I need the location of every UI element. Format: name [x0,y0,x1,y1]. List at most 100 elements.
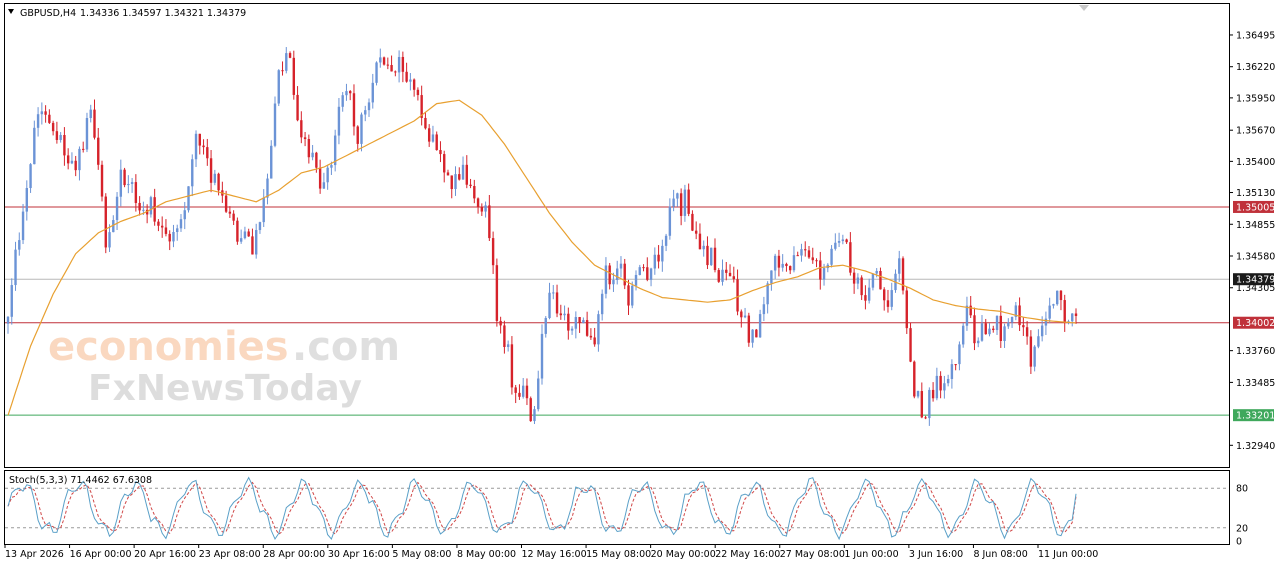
candle-bull [683,189,687,216]
x-tick-label: 15 May 08:00 [586,549,651,560]
candle-bull [702,245,705,250]
x-tick-label: 1 Jun 00:00 [844,549,898,560]
candle-bear [984,323,987,335]
candle-bull [773,255,777,271]
candle-bull [36,114,40,128]
candle-bull [988,328,991,335]
y-tick-label: 1.36220 [1236,62,1275,73]
stoch-tick-label: 20 [1236,523,1248,534]
candle-bull [762,304,766,315]
candle-bear [679,193,683,216]
ohlc-label: 1.34336 1.34597 1.34321 1.34379 [80,8,246,19]
candle-bull [262,197,265,223]
candle-bear [303,137,307,140]
candle-bull [890,290,893,307]
candle-bear [164,227,168,234]
candle-bear [66,155,70,164]
candle-bear [525,385,529,399]
candle-bull [792,255,796,271]
candle-bull [898,258,901,274]
candle-bear [251,236,254,255]
candle-bear [51,122,55,132]
stoch-panel-frame [4,470,1230,545]
candle-bull [1071,313,1074,322]
candle-bear [559,313,563,316]
candle-bull [266,178,269,198]
candle-bear [514,387,517,393]
candle-bear [443,154,446,173]
watermark-logo: economies .com FxNewsToday [48,324,400,409]
x-tick-label: 3 Jun 16:00 [909,549,963,560]
price-axis: 1.36495 1.36220 1.35950 1.35670 1.35400 1.351… [1229,30,1275,452]
candle-bull [149,197,153,215]
y-tick-label: 1.35130 [1236,188,1275,199]
candle-bear [465,164,468,185]
candle-bear [920,391,924,418]
candle-bull [570,328,574,331]
candle-bull [1055,290,1059,305]
candle-bull [766,283,769,305]
candle-bull [1052,304,1055,306]
candle-bear [206,147,209,159]
candle-bear [518,392,521,397]
candle-bull [770,270,773,284]
candle-bull [409,79,412,82]
candle-bull [277,70,280,104]
candle-bull [672,198,675,207]
chart-svg: economies .com FxNewsToday 1.36495 1.3622… [4,3,1275,560]
candle-bull [311,152,314,158]
candle-bull [875,270,878,274]
candle-bear [589,335,593,338]
candle-bull [965,305,969,326]
candle-bear [123,169,126,186]
y-tick-label: 1.34580 [1236,252,1275,263]
candle-bull [916,391,920,397]
level-price-label: 1.34002 [1236,318,1275,329]
candle-bear [860,277,863,296]
candle-bull [14,249,17,286]
candle-bear [694,230,698,234]
candle-bear [97,137,100,165]
candle-bull [676,193,679,199]
candle-bull [70,160,74,164]
candle-bull [337,106,341,136]
candle-bear [458,174,461,180]
symbol-label: GBPUSD,H4 [20,8,76,19]
y-tick-label: 1.35670 [1236,126,1275,137]
candle-bear [394,71,397,73]
level-price-label: 1.35005 [1236,202,1275,213]
candle-bear [819,260,822,280]
candle-bear [931,389,935,399]
candle-bear [427,128,431,142]
candle-bear [804,249,807,251]
candle-bull [273,103,277,146]
candle-bull [21,211,25,241]
candle-bear [736,279,739,312]
candle-bull [935,375,939,399]
candle-bear [1025,327,1029,337]
stoch-tick-label: 0 [1236,537,1242,548]
candle-bear [717,270,720,282]
candle-bear [811,257,814,261]
candle-bear [198,133,201,146]
candle-bull [1007,322,1010,327]
candle-bull [179,219,183,229]
candle-bear [807,250,811,258]
candle-bull [616,268,619,280]
candle-bull [537,378,540,410]
candle-bull [638,267,641,275]
candle-bull [867,287,871,301]
candle-bull [961,325,965,345]
candle-bear [747,315,751,343]
candle-bull [871,273,875,288]
candle-bear [909,328,912,362]
candle-bull [33,127,36,165]
candle-bull [78,148,81,171]
candle-bear [499,320,502,326]
candle-bull [544,318,547,334]
candle-bull [397,56,401,73]
candle-bear [728,272,732,277]
candle-bull [837,241,841,243]
candle-bull [533,409,536,422]
candle-bear [725,269,728,273]
